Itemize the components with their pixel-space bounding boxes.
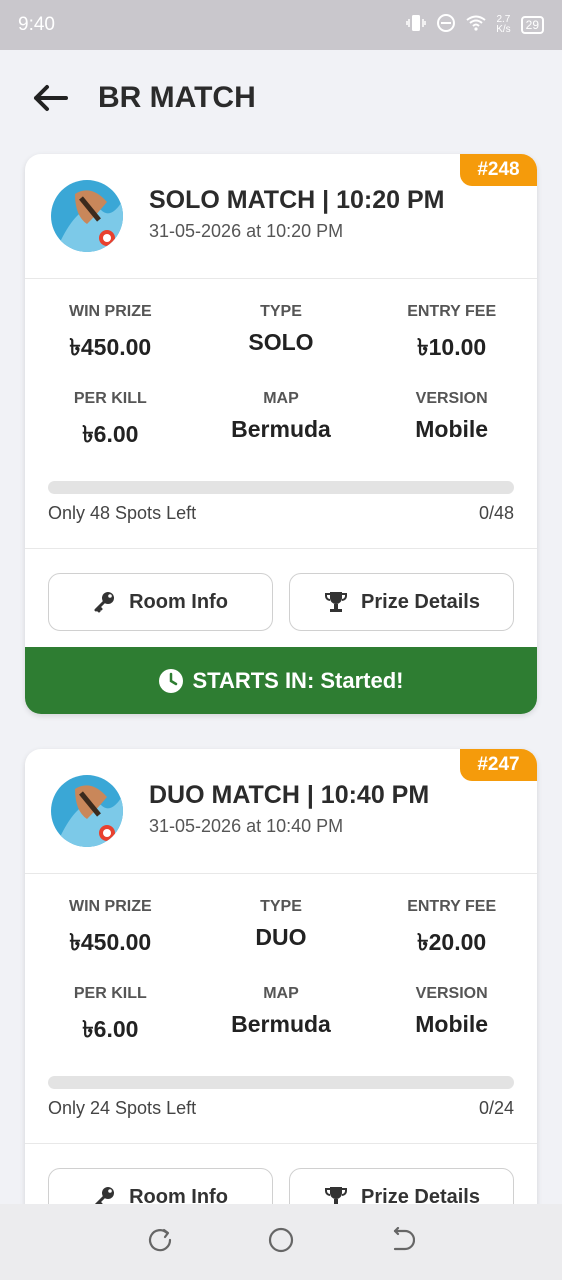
key-icon xyxy=(94,592,115,613)
network-speed: 2.7 K/s xyxy=(496,15,510,35)
match-id-badge: #248 xyxy=(460,154,537,186)
stat-value: ৳20.00 xyxy=(417,929,487,955)
stat-value: Mobile xyxy=(415,416,489,442)
spots-left-text: Only 48 Spots Left xyxy=(48,503,197,523)
stat-label: VERSION xyxy=(415,985,488,1002)
net-speed-unit: K/s xyxy=(496,24,511,35)
system-nav-bar xyxy=(0,1204,562,1280)
stat-win-prize: WIN PRIZE ৳450.00 xyxy=(25,303,196,368)
back-arrow-icon xyxy=(34,84,68,111)
match-stats: WIN PRIZE ৳450.00 TYPE DUO ENTRY FEE ৳20.00… xyxy=(25,874,537,1050)
match-title: DUO MATCH | 10:40 PM xyxy=(149,781,430,809)
app-header: BR MATCH xyxy=(0,50,562,145)
spots-progress: Only 24 Spots Left 0/24 xyxy=(25,1050,537,1119)
stat-win-prize: WIN PRIZE ৳450.00 xyxy=(25,898,196,963)
stat-label: TYPE xyxy=(260,303,302,320)
back-button[interactable] xyxy=(30,78,70,118)
spots-left-text: Only 24 Spots Left xyxy=(48,1098,197,1118)
match-id-badge: #247 xyxy=(460,749,537,781)
game-avatar xyxy=(51,775,123,847)
trophy-icon xyxy=(325,592,348,612)
match-card[interactable]: #248 SOLO MATCH | 10:20 PM 31-05-2026 at… xyxy=(25,154,537,714)
stat-value: Bermuda xyxy=(231,416,331,442)
stat-map: MAP Bermuda xyxy=(196,390,367,455)
spots-count: 0/24 xyxy=(478,1098,514,1118)
stat-map: MAP Bermuda xyxy=(196,985,367,1050)
stat-value: SOLO xyxy=(248,329,314,355)
match-stats: WIN PRIZE ৳450.00 TYPE SOLO ENTRY FEE ৳10.0… xyxy=(25,279,537,455)
stat-label: MAP xyxy=(263,390,299,407)
stat-value: ৳6.00 xyxy=(82,1016,139,1042)
stat-entry-fee: ENTRY FEE ৳20.00 xyxy=(366,898,537,963)
match-card[interactable]: #247 DUO MATCH | 10:40 PM 31-05-2026 at … xyxy=(25,749,537,1280)
status-bar: 9:40 2.7 K/s 29 xyxy=(0,0,562,50)
progress-track xyxy=(48,481,514,494)
stat-per-kill: PER KILL ৳6.00 xyxy=(25,985,196,1050)
action-buttons: Room Info Prize Details xyxy=(25,549,537,631)
page-title: BR MATCH xyxy=(98,80,256,114)
stat-entry-fee: ENTRY FEE ৳10.00 xyxy=(366,303,537,368)
status-time: 9:40 xyxy=(18,14,55,35)
battery-icon: 29 xyxy=(520,16,544,34)
stat-type: TYPE DUO xyxy=(196,898,367,963)
room-info-label: Room Info xyxy=(129,590,228,613)
match-date: 31-05-2026 at 10:40 PM xyxy=(149,816,344,836)
progress-track xyxy=(48,1076,514,1089)
start-status-bar[interactable]: STARTS IN: Started! xyxy=(25,647,537,714)
start-status-text: STARTS IN: Started! xyxy=(192,667,404,693)
stat-type: TYPE SOLO xyxy=(196,303,367,368)
stat-label: WIN PRIZE xyxy=(68,303,152,320)
stat-value: Mobile xyxy=(415,1011,489,1037)
stat-value: ৳450.00 xyxy=(69,929,152,955)
wifi-icon xyxy=(466,15,486,36)
stat-label: PER KILL xyxy=(73,390,147,407)
stat-per-kill: PER KILL ৳6.00 xyxy=(25,390,196,455)
stat-value: ৳450.00 xyxy=(69,334,152,360)
game-avatar xyxy=(51,180,123,252)
match-header-text: SOLO MATCH | 10:20 PM 31-05-2026 at 10:2… xyxy=(149,186,444,242)
back-nav-icon[interactable] xyxy=(389,1226,416,1258)
match-title: SOLO MATCH | 10:20 PM xyxy=(149,186,445,214)
dnd-icon xyxy=(436,13,456,38)
recent-apps-icon[interactable] xyxy=(147,1227,173,1258)
match-header-text: DUO MATCH | 10:40 PM 31-05-2026 at 10:40… xyxy=(149,781,429,837)
progress-info: Only 48 Spots Left 0/48 xyxy=(48,503,514,524)
stat-label: VERSION xyxy=(415,390,488,407)
stat-value: Bermuda xyxy=(231,1011,331,1037)
stat-label: ENTRY FEE xyxy=(407,898,497,915)
room-info-button[interactable]: Room Info xyxy=(48,573,273,631)
stat-label: PER KILL xyxy=(73,985,147,1002)
stat-label: ENTRY FEE xyxy=(407,303,497,320)
home-icon[interactable] xyxy=(267,1226,295,1259)
spots-progress: Only 48 Spots Left 0/48 xyxy=(25,455,537,524)
stat-label: MAP xyxy=(263,985,299,1002)
prize-details-label: Prize Details xyxy=(361,590,480,613)
stat-value: ৳10.00 xyxy=(417,334,487,360)
stat-version: VERSION Mobile xyxy=(366,985,537,1050)
stat-value: ৳6.00 xyxy=(82,421,139,447)
stat-label: WIN PRIZE xyxy=(68,898,152,915)
progress-info: Only 24 Spots Left 0/24 xyxy=(48,1098,514,1119)
prize-details-button[interactable]: Prize Details xyxy=(289,573,514,631)
match-date: 31-05-2026 at 10:20 PM xyxy=(149,221,344,241)
stat-label: TYPE xyxy=(260,898,302,915)
status-icons: 2.7 K/s 29 xyxy=(406,13,544,38)
spots-count: 0/48 xyxy=(478,503,514,523)
vibrate-icon xyxy=(406,14,426,37)
battery-level: 29 xyxy=(525,18,539,32)
stat-value: DUO xyxy=(255,924,307,950)
stat-version: VERSION Mobile xyxy=(366,390,537,455)
clock-icon xyxy=(159,668,184,693)
